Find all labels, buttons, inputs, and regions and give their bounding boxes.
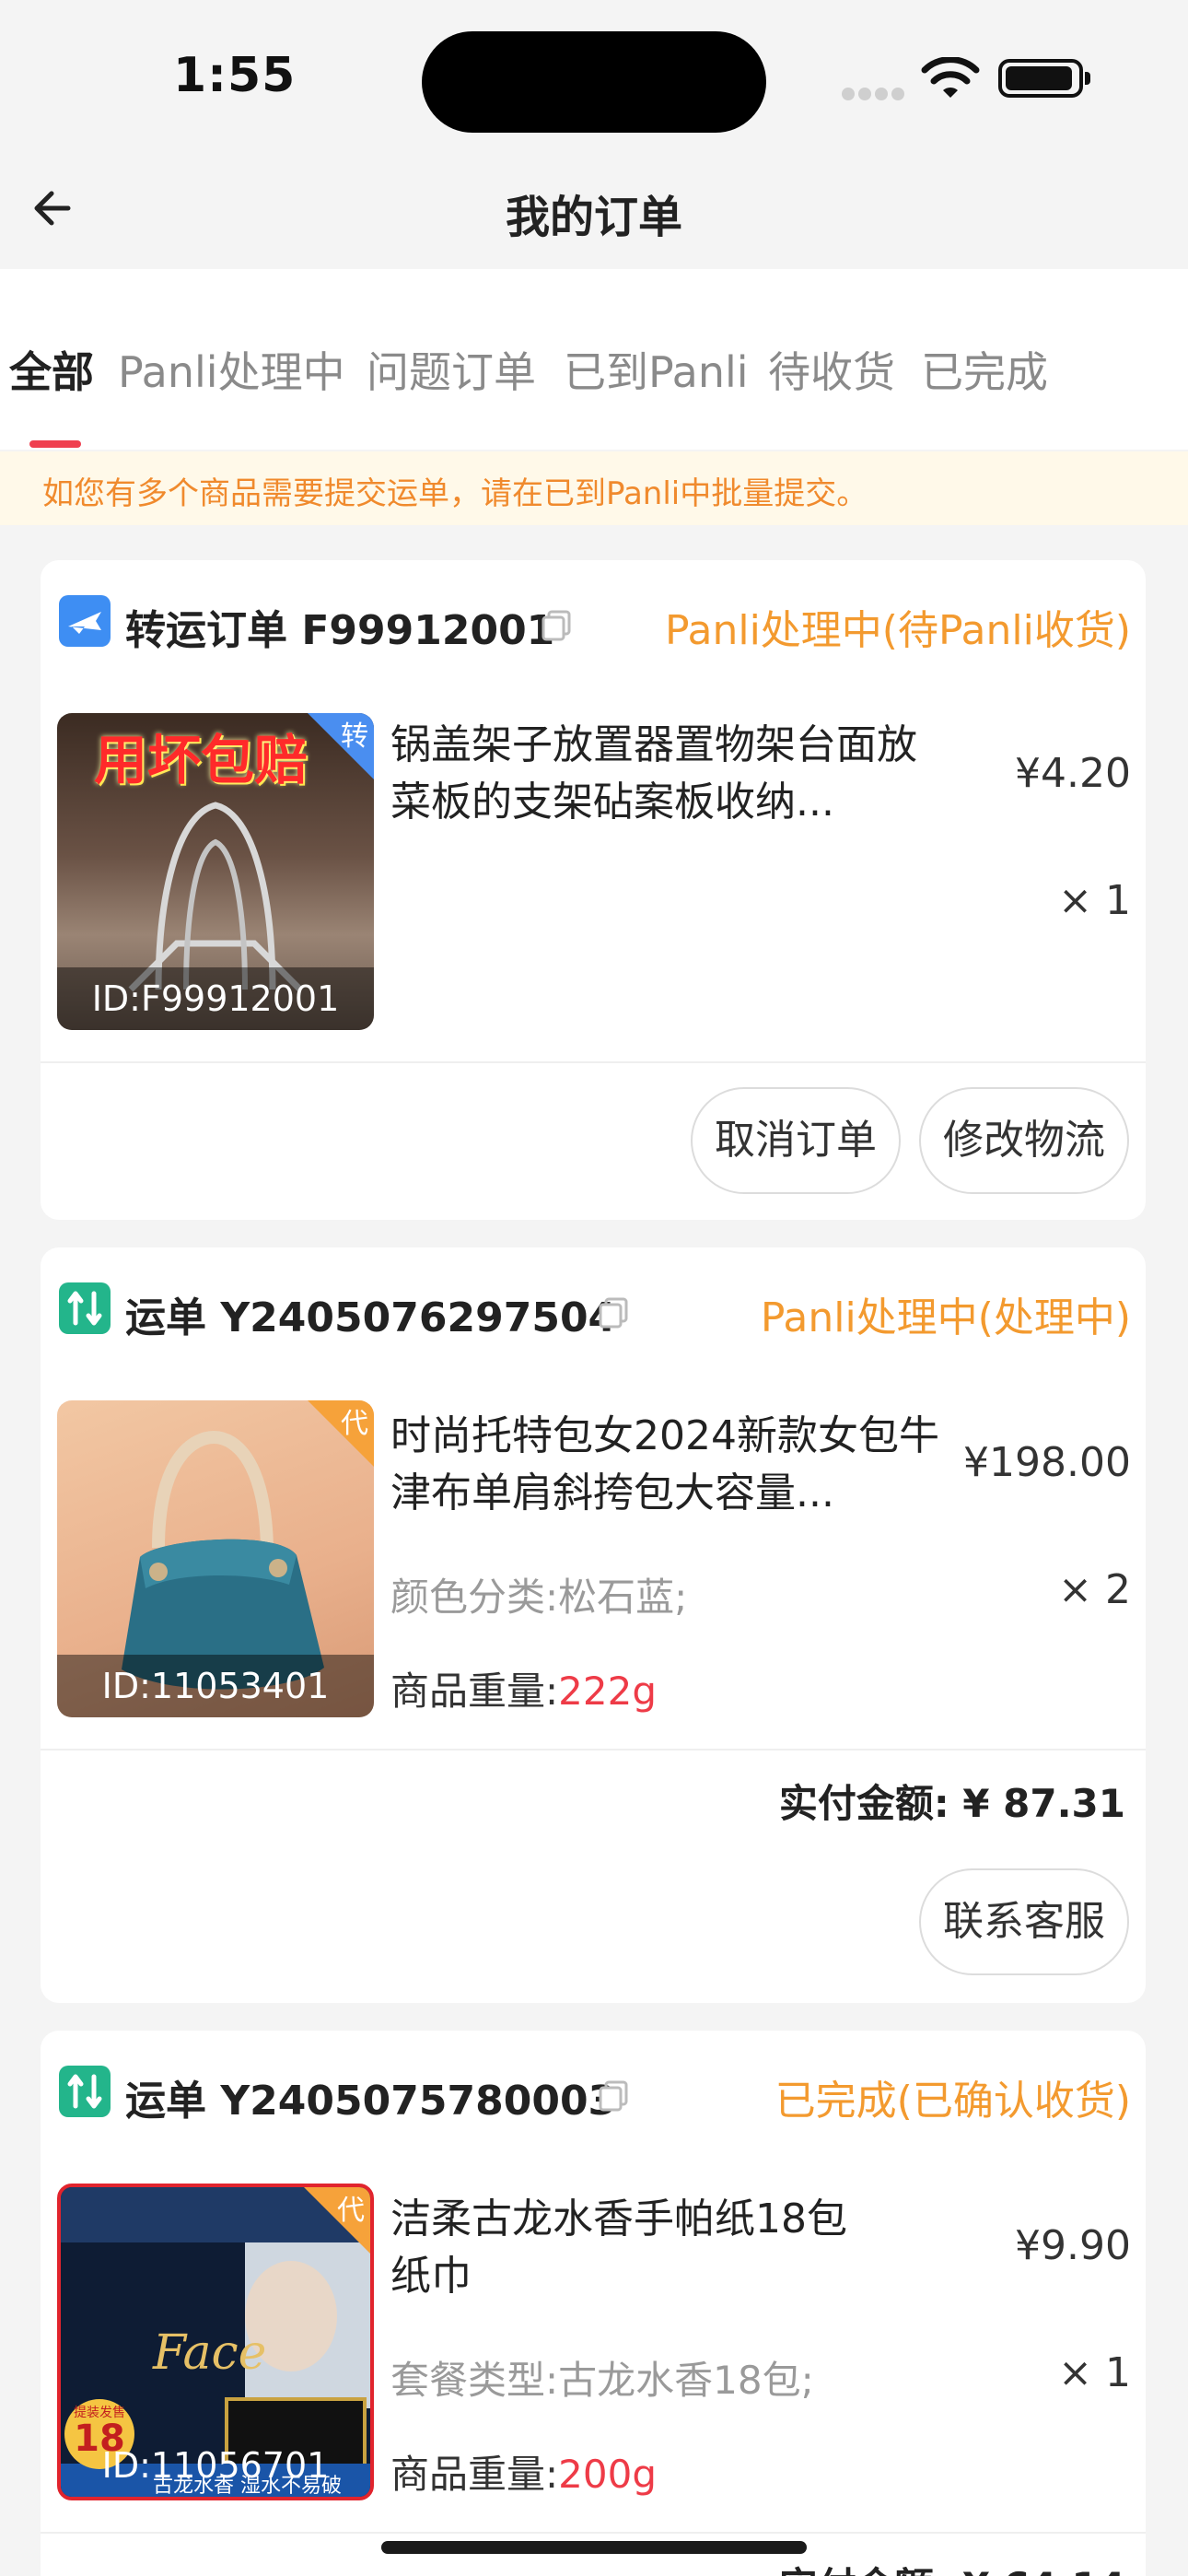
status-time: 1:55 (173, 48, 297, 103)
tab-problem-orders[interactable]: 问题订单 (367, 339, 536, 400)
shipment-icon (59, 2066, 111, 2117)
notice-text: 如您有多个商品需要提交运单，请在已到Panli中批量提交。 (42, 475, 868, 512)
product-spec: 套餐类型:古龙水香18包; (390, 2358, 814, 2403)
order-number: 转运订单 F99912001 (125, 607, 555, 654)
order-card[interactable]: 运单 Y2405076297504 Panli处理中(处理中) 代 ID:110… (41, 1247, 1146, 2003)
notice-banner: 如您有多个商品需要提交运单，请在已到Panli中批量提交。 (0, 451, 1188, 525)
order-card-header: 运单 Y2405075780003 已完成(已确认收货) (41, 2031, 1146, 2147)
order-tabs: 全部 Panli处理中 问题订单 已到Panli 待收货 已完成 (0, 269, 1188, 450)
brand-text: Face (153, 2325, 267, 2381)
battery-icon (998, 59, 1090, 98)
product-weight: 商品重量:222g (390, 1669, 657, 1714)
product-weight: 商品重量:200g (390, 2452, 657, 2497)
transfer-tag: 转 (308, 713, 374, 779)
promo-banner-text: 用坏包赔 (94, 729, 309, 791)
product-title[interactable]: 锅盖架子放置器置物架台面放菜板的支架砧案板收纳... (390, 717, 943, 831)
modify-logistics-button[interactable]: 修改物流 (919, 1087, 1129, 1194)
product-price: ¥4.20 (1015, 750, 1131, 797)
purchase-agent-tag: 代 (308, 1400, 374, 1467)
divider (41, 2532, 1146, 2534)
product-thumbnail[interactable]: 用坏包赔 转 ID:F99912001 (57, 713, 374, 1030)
divider (41, 1061, 1146, 1063)
product-spec: 颜色分类:松石蓝; (390, 1575, 688, 1620)
copy-icon[interactable] (597, 1295, 630, 1329)
wifi-icon (921, 57, 980, 98)
copy-icon[interactable] (540, 608, 573, 641)
paid-amount: 实付金额: ¥ 87.31 (778, 1781, 1125, 1826)
product-id: ID:11056701 (101, 2445, 330, 2486)
order-card[interactable]: 转运订单 F99912001 Panli处理中(待Panli收货) 用坏包赔 转… (41, 560, 1146, 1220)
home-indicator (381, 2541, 807, 2554)
order-card[interactable]: 运单 Y2405075780003 已完成(已确认收货) Face 提装发售 1… (41, 2031, 1146, 2576)
paid-amount: 实付金额: ¥ 64.14 (779, 2556, 1125, 2576)
order-number: 运单 Y2405075780003 (125, 2078, 617, 2125)
status-bar: 1:55 (0, 0, 1188, 147)
product-title[interactable]: 时尚托特包女2024新款女包牛津布单肩斜挎包大容量... (390, 1408, 943, 1522)
product-price: ¥9.90 (1015, 2222, 1131, 2269)
cellular-signal-icon (842, 87, 908, 104)
order-status: Panli处理中(处理中) (760, 1294, 1131, 1341)
divider (41, 1749, 1146, 1751)
order-number: 运单 Y2405076297504 (125, 1294, 617, 1341)
copy-icon[interactable] (597, 2078, 630, 2112)
tab-panli-processing[interactable]: Panli处理中 (118, 339, 345, 400)
shipment-icon (59, 1282, 111, 1334)
contact-support-button[interactable]: 联系客服 (919, 1868, 1129, 1975)
plane-icon (59, 595, 111, 647)
nav-bar: 我的订单 (0, 147, 1188, 269)
product-quantity: × 1 (1058, 2349, 1131, 2396)
active-tab-indicator (29, 440, 81, 448)
product-thumbnail[interactable]: Face 提装发售 18 古龙水香 湿水不易破 代 ID:11056701 (57, 2184, 374, 2500)
cancel-order-button[interactable]: 取消订单 (691, 1087, 901, 1194)
tab-completed[interactable]: 已完成 (921, 339, 1048, 400)
product-quantity: × 1 (1058, 877, 1131, 924)
page-title: 我的订单 (505, 192, 682, 243)
product-title[interactable]: 洁柔古龙水香手帕纸18包纸巾 (390, 2191, 869, 2305)
order-card-header: 运单 Y2405076297504 Panli处理中(处理中) (41, 1247, 1146, 1364)
product-quantity: × 2 (1058, 1566, 1131, 1613)
order-card-header: 转运订单 F99912001 Panli处理中(待Panli收货) (41, 560, 1146, 676)
order-status: Panli处理中(待Panli收货) (664, 607, 1131, 654)
product-id: ID:11053401 (57, 1655, 374, 1717)
tab-all[interactable]: 全部 (9, 339, 94, 400)
tab-arrived-panli[interactable]: 已到Panli (564, 339, 749, 400)
dynamic-island (422, 31, 766, 133)
product-price: ¥198.00 (963, 1439, 1131, 1486)
product-id: ID:F99912001 (57, 967, 374, 1030)
tab-pending-receipt[interactable]: 待收货 (768, 339, 895, 400)
order-status: 已完成(已确认收货) (775, 2078, 1131, 2125)
purchase-agent-tag: 代 (304, 2187, 370, 2254)
product-thumbnail[interactable]: 代 ID:11053401 (57, 1400, 374, 1717)
